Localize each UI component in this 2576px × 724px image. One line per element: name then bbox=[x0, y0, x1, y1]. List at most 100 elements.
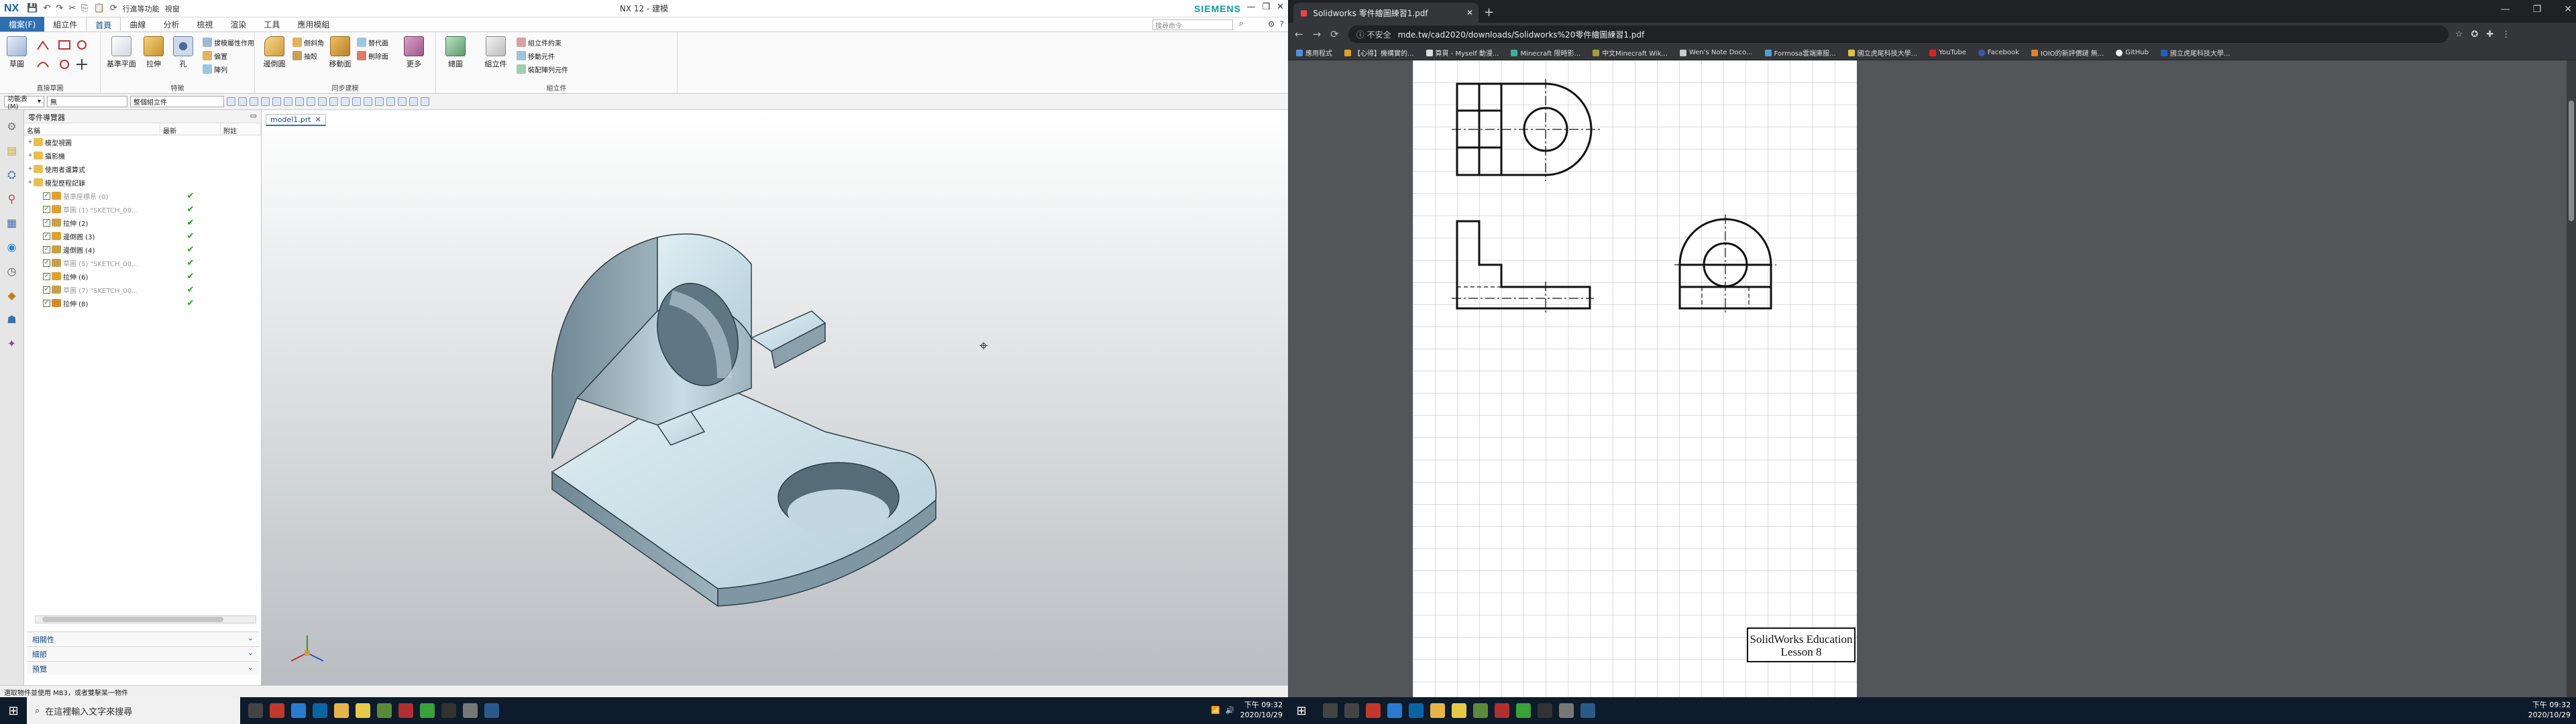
forward-icon[interactable]: → bbox=[1313, 28, 1322, 40]
bookmark[interactable]: 國立虎尾科技大學... bbox=[2160, 48, 2230, 58]
feature-row[interactable]: ✓ 邊倒圓 (4) ✔ bbox=[24, 243, 261, 256]
folder-icon[interactable] bbox=[356, 703, 370, 718]
bookmark-facebook[interactable]: Facebook bbox=[1978, 49, 2019, 56]
bookmark-youtube[interactable]: YouTube bbox=[1929, 49, 1966, 56]
bookmark[interactable]: Formosa雲端庫服... bbox=[1764, 48, 1836, 58]
line-icon[interactable] bbox=[1516, 703, 1531, 718]
navigator-menu-icon[interactable]: ▭ bbox=[250, 111, 257, 120]
pattern-component-button[interactable]: 裝配陣列元件 bbox=[517, 63, 568, 75]
column-up-to-date[interactable]: 最新 bbox=[160, 123, 221, 135]
pattern-button[interactable]: 陣列 bbox=[203, 63, 227, 75]
close-icon[interactable]: ✕ bbox=[2564, 4, 2572, 15]
visibility-checkbox[interactable]: ✓ bbox=[43, 205, 50, 213]
tab-file[interactable]: 檔案(F) bbox=[0, 17, 45, 32]
settings-icon[interactable]: ⚙ bbox=[5, 119, 19, 134]
menu-dropdown[interactable]: 功能表(M) ▾ bbox=[4, 96, 44, 111]
app-icon[interactable] bbox=[1366, 703, 1381, 718]
app3-icon[interactable] bbox=[463, 703, 478, 718]
nx-app-icon[interactable] bbox=[484, 703, 499, 718]
visibility-checkbox[interactable]: ✓ bbox=[43, 245, 50, 253]
snap-intersection-icon[interactable] bbox=[307, 97, 315, 106]
pdf-vertical-scrollbar[interactable] bbox=[2567, 60, 2576, 697]
close-icon[interactable]: ✕ bbox=[1277, 2, 1284, 12]
window-button[interactable]: 視窗 bbox=[165, 3, 180, 14]
web-browser-icon[interactable]: ◉ bbox=[5, 240, 19, 255]
feature-row[interactable]: ✓ 拉伸 (8) ✔ bbox=[24, 296, 261, 310]
move-component-button[interactable]: 移動元件 bbox=[517, 50, 555, 62]
visibility-checkbox[interactable]: ✓ bbox=[43, 259, 50, 267]
puzzle-icon[interactable]: ✚ bbox=[2486, 29, 2493, 40]
panel-dependencies[interactable]: 相關性 ⌄ bbox=[27, 631, 259, 645]
snap-endpoint-icon[interactable] bbox=[261, 97, 270, 106]
feature-row[interactable]: ✓ 草圖 (1) "SKETCH_00... ✔ bbox=[24, 202, 261, 216]
view-rotate-icon[interactable] bbox=[364, 97, 372, 106]
explorer-icon[interactable] bbox=[334, 703, 349, 718]
terminal-icon[interactable] bbox=[1538, 703, 1552, 718]
task-view-icon[interactable] bbox=[248, 703, 263, 718]
select-icon[interactable] bbox=[238, 97, 247, 106]
tree-node[interactable]: + 使用者運算式 bbox=[24, 162, 261, 176]
browser-tab[interactable]: ■ Solidworks 零件繪圖練習1.pdf ✕ bbox=[1293, 3, 1479, 23]
roles-icon[interactable]: ☗ bbox=[5, 312, 19, 327]
pdf-viewer[interactable]: SolidWorks Education Lesson 8 bbox=[1288, 60, 2576, 697]
clock[interactable]: 下午 09:32 2020/10/29 bbox=[1240, 700, 1283, 720]
layer-icon[interactable] bbox=[398, 97, 407, 106]
panel-preview[interactable]: 預覽 ⌄ bbox=[27, 661, 259, 674]
feature-row[interactable]: ✓ 邊倒圓 (3) ✔ bbox=[24, 229, 261, 243]
tree-node[interactable]: + 模型視圖 bbox=[24, 135, 261, 149]
taskbar-search[interactable]: ⌕ 在這裡輸入文字來搜尋 bbox=[27, 697, 240, 724]
help-icon[interactable]: ? bbox=[1280, 19, 1284, 29]
nx-app-icon[interactable] bbox=[1580, 703, 1595, 718]
restore-icon[interactable]: ❐ bbox=[2533, 4, 2542, 15]
redo-icon[interactable]: ↷ bbox=[56, 3, 63, 13]
folder-icon[interactable] bbox=[1452, 703, 1466, 718]
address-bar[interactable]: ⓘ 不安全 mde.tw/cad2020/downloads/Solidwork… bbox=[1348, 25, 2449, 43]
bookmark[interactable]: IOIO的新評價鏈 無... bbox=[2031, 48, 2104, 58]
selection-scope-dropdown[interactable]: 整個組立件 bbox=[130, 96, 224, 107]
feature-row[interactable]: ✓ 拉伸 (6) ✔ bbox=[24, 269, 261, 283]
panel-details[interactable]: 細節 ⌄ bbox=[27, 646, 259, 660]
tab-home[interactable]: 首頁 bbox=[86, 17, 121, 32]
tab-analysis[interactable]: 分析 bbox=[154, 17, 188, 32]
windows-start-icon[interactable]: ⊞ bbox=[0, 704, 27, 718]
save-icon[interactable]: 💾 bbox=[27, 3, 38, 13]
tree-node[interactable]: + 攝影機 bbox=[24, 149, 261, 162]
move-face-button[interactable]: 移動面 bbox=[325, 36, 356, 69]
cut-icon[interactable]: ✂ bbox=[68, 3, 76, 13]
windows-start-icon[interactable]: ⊞ bbox=[1288, 704, 1315, 718]
bookmark[interactable]: Wen's Note Doco... bbox=[1679, 49, 1753, 56]
tab-assembly[interactable]: 組立件 bbox=[44, 17, 86, 32]
system-materials-icon[interactable]: ◆ bbox=[5, 288, 19, 303]
volume-icon[interactable]: 🔊 bbox=[1226, 706, 1235, 715]
sketch-button[interactable]: 草圖 bbox=[1, 36, 32, 69]
edge-icon[interactable] bbox=[291, 703, 306, 718]
tab-view[interactable]: 檢視 bbox=[188, 17, 221, 32]
explorer-icon[interactable] bbox=[1430, 703, 1445, 718]
column-comment[interactable]: 附註 bbox=[221, 123, 261, 135]
bookmark-apps[interactable]: 應用程式 bbox=[1296, 48, 1332, 58]
graphics-window[interactable]: model1.prt ✕ ⌖ bbox=[262, 110, 1288, 685]
view-fit-icon[interactable] bbox=[341, 97, 350, 106]
chrome-icon[interactable] bbox=[1473, 703, 1488, 718]
tab-applications[interactable]: 應用模組 bbox=[288, 17, 338, 32]
store-icon[interactable] bbox=[313, 703, 327, 718]
sketch-curve-tools-icon[interactable] bbox=[35, 38, 98, 78]
view-zoom-icon[interactable] bbox=[352, 97, 361, 106]
draft-button[interactable]: 拔模屬性作用 bbox=[203, 36, 254, 48]
visibility-checkbox[interactable]: ✓ bbox=[43, 219, 50, 227]
part-navigator-icon[interactable]: ▤ bbox=[5, 143, 19, 158]
feature-row[interactable]: ✓ 拉伸 (2) ✔ bbox=[24, 216, 261, 229]
feature-row[interactable]: ✓ 草圖 (7) "SKETCH_00... ✔ bbox=[24, 283, 261, 296]
bookmark[interactable]: 算貫 - Myself 動漫... bbox=[1426, 48, 1499, 58]
star-icon[interactable]: ☆ bbox=[2455, 29, 2463, 40]
overview-button[interactable]: 總圖 bbox=[440, 36, 471, 69]
assembly-constraint-button[interactable]: 組立件約束 bbox=[517, 36, 561, 48]
hole-button[interactable]: 孔 bbox=[168, 36, 199, 69]
undo-icon[interactable]: ↶ bbox=[43, 3, 50, 13]
edge-icon[interactable] bbox=[1387, 703, 1402, 718]
repeat-command-icon[interactable]: ⟳ bbox=[110, 3, 117, 13]
app2-icon[interactable] bbox=[1495, 703, 1509, 718]
constraint-navigator-icon[interactable]: ⚲ bbox=[5, 192, 19, 206]
expand-icon[interactable]: + bbox=[27, 179, 34, 186]
settings-icon[interactable]: ⚙ bbox=[1268, 19, 1275, 29]
